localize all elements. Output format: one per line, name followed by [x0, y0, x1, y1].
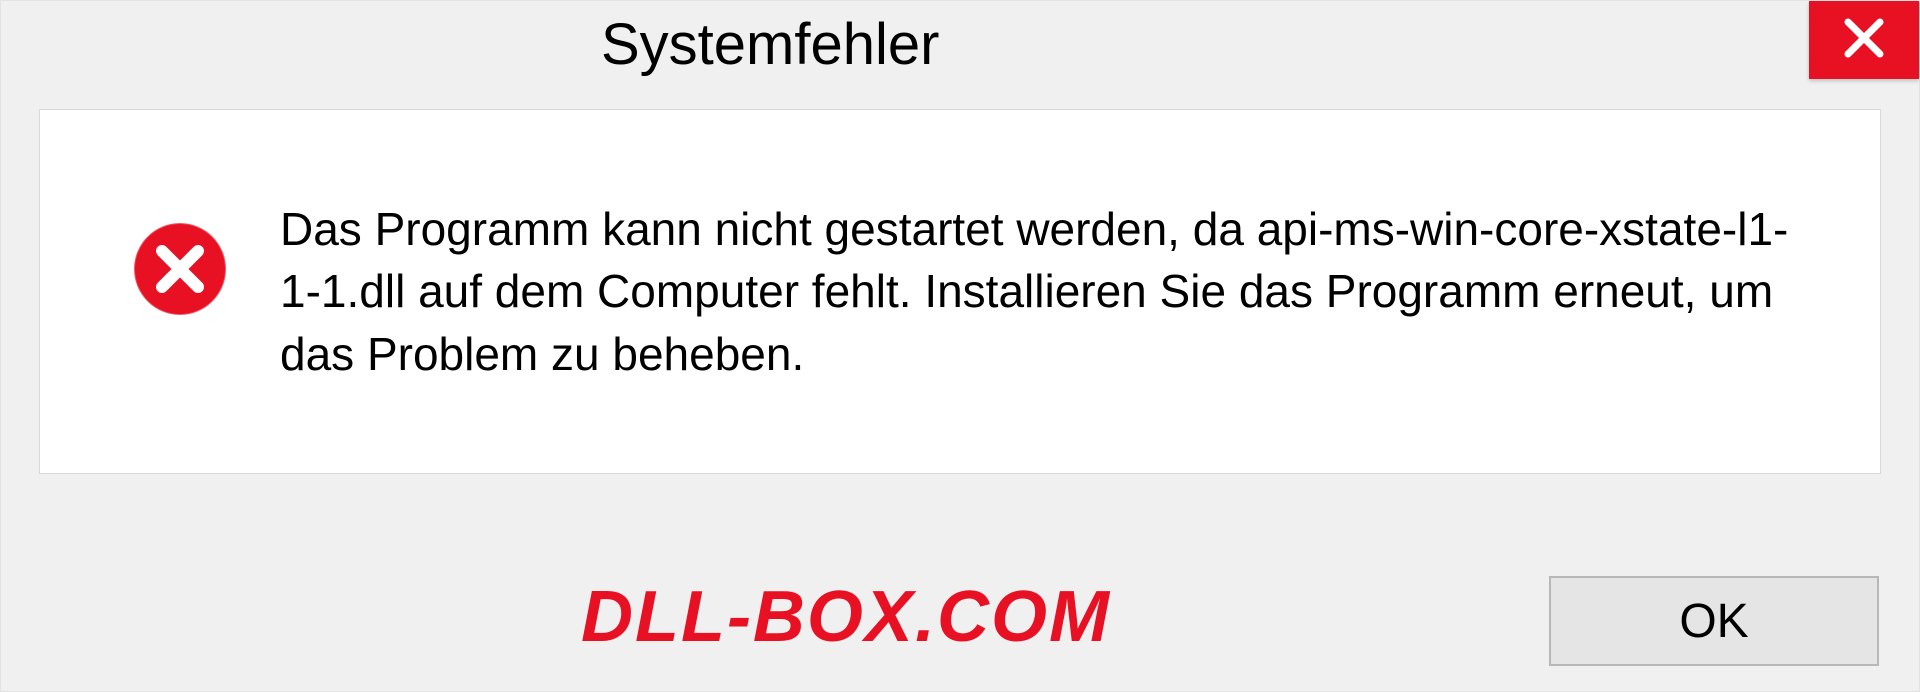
error-message: Das Programm kann nicht gestartet werden…	[280, 198, 1820, 384]
dialog-footer: DLL-BOX.COM OK	[1, 576, 1919, 666]
error-dialog: Systemfehler Das Programm kann nicht ges…	[0, 0, 1920, 692]
dialog-title: Systemfehler	[601, 11, 939, 78]
close-button[interactable]	[1809, 1, 1919, 79]
titlebar: Systemfehler	[1, 1, 1919, 101]
ok-button[interactable]: OK	[1549, 576, 1879, 666]
ok-button-label: OK	[1679, 594, 1748, 649]
content-panel: Das Programm kann nicht gestartet werden…	[39, 109, 1881, 474]
error-icon	[130, 219, 230, 324]
watermark-text: DLL-BOX.COM	[581, 576, 1111, 658]
close-icon	[1842, 16, 1886, 65]
